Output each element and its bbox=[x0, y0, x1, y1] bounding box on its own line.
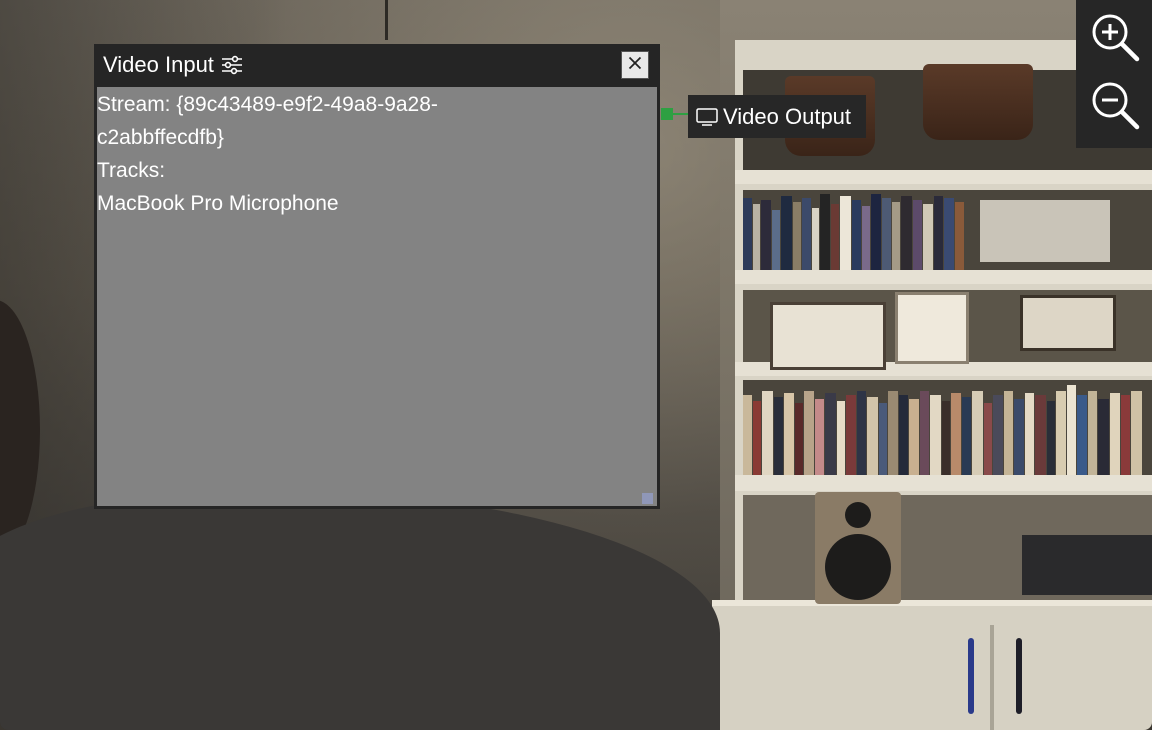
node-title: Video Input bbox=[103, 52, 214, 77]
book-row bbox=[743, 385, 1152, 475]
video-canvas[interactable]: Video Input Stream: {89c43489-e9f2-49a8-… bbox=[0, 0, 1152, 730]
connection-line bbox=[673, 113, 689, 115]
monitor-icon bbox=[695, 105, 719, 129]
zoom-in-icon bbox=[1089, 11, 1141, 68]
node-header[interactable]: Video Input bbox=[94, 44, 660, 86]
close-button[interactable] bbox=[621, 51, 649, 79]
output-label: Video Output bbox=[723, 103, 852, 129]
shelf-board bbox=[735, 170, 1152, 184]
turntable bbox=[1022, 535, 1152, 595]
close-icon bbox=[628, 56, 642, 75]
cabinet bbox=[712, 606, 1152, 730]
picture-frame bbox=[895, 292, 969, 364]
zoom-in-button[interactable] bbox=[1086, 10, 1144, 68]
video-input-node[interactable]: Video Input Stream: {89c43489-e9f2-49a8-… bbox=[94, 44, 660, 509]
sliders-icon[interactable] bbox=[220, 53, 244, 77]
output-port[interactable] bbox=[661, 108, 673, 120]
tracks-label: Tracks: bbox=[97, 159, 166, 182]
camera-box bbox=[980, 200, 1110, 262]
speaker bbox=[815, 492, 901, 604]
node-content: Stream: {89c43489-e9f2-49a8-9a28- c2abbf… bbox=[97, 87, 657, 506]
track-item: MacBook Pro Microphone bbox=[97, 192, 339, 215]
stream-id-line-1: Stream: {89c43489-e9f2-49a8-9a28- bbox=[97, 93, 438, 116]
cabinet-divider bbox=[990, 625, 994, 730]
video-output-node[interactable]: Video Output bbox=[688, 95, 866, 138]
resize-handle[interactable] bbox=[642, 493, 653, 504]
book-row bbox=[743, 190, 973, 270]
cooking-pot bbox=[923, 64, 1033, 140]
cabinet-handle bbox=[968, 638, 974, 714]
picture-frame bbox=[770, 302, 886, 370]
stream-id-line-2: c2abbffecdfb} bbox=[97, 126, 224, 149]
zoom-controls bbox=[1076, 0, 1152, 148]
cabinet-handle bbox=[1016, 638, 1022, 714]
shelf-board bbox=[735, 475, 1152, 491]
picture-frame bbox=[1020, 295, 1116, 351]
zoom-out-icon bbox=[1089, 79, 1141, 136]
shelf-board bbox=[735, 270, 1152, 284]
zoom-out-button[interactable] bbox=[1086, 78, 1144, 136]
